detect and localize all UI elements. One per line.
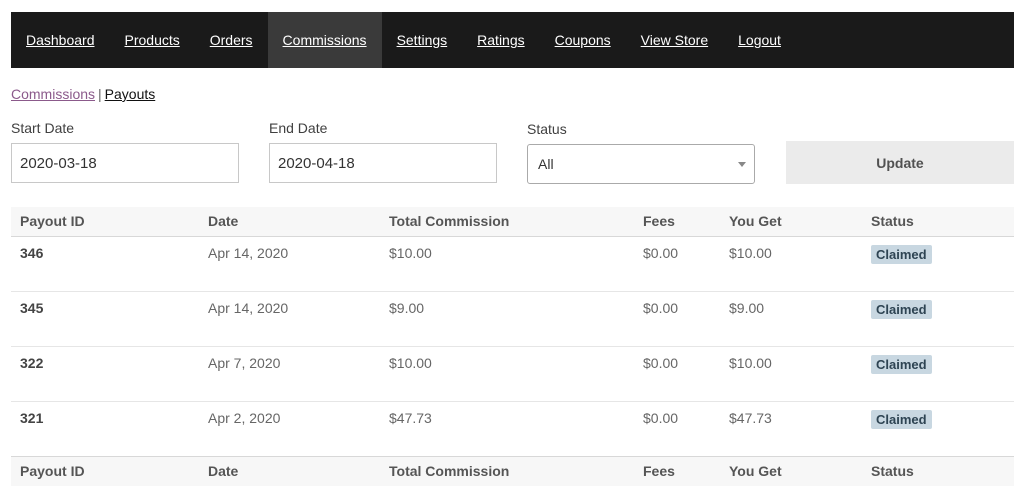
table-header-row: Payout ID Date Total Commission Fees You… — [11, 207, 1014, 237]
top-navigation: Dashboard Products Orders Commissions Se… — [11, 12, 1014, 68]
header-date: Date — [199, 207, 380, 237]
start-date-input[interactable] — [11, 143, 239, 183]
date-cell: Apr 14, 2020 — [199, 291, 380, 347]
subnav-payouts-link[interactable]: Payouts — [105, 86, 156, 102]
total-commission-cell: $47.73 — [389, 409, 432, 426]
status-cell: Claimed — [862, 236, 1014, 292]
table-footer-row: Payout ID Date Total Commission Fees You… — [11, 455, 1014, 486]
payout-id-cell: 345 — [11, 291, 199, 347]
nav-ratings[interactable]: Ratings — [462, 12, 539, 68]
end-date-input[interactable] — [269, 143, 497, 183]
footer-payout-id: Payout ID — [11, 455, 199, 486]
nav-commissions[interactable]: Commissions — [267, 12, 382, 68]
start-date-label: Start Date — [11, 120, 75, 136]
header-status: Status — [862, 207, 1014, 237]
footer-date: Date — [199, 455, 380, 486]
nav-dashboard[interactable]: Dashboard — [11, 12, 110, 68]
fees-cell: $0.00 — [634, 346, 720, 402]
total-commission-cell: $10.00 — [380, 346, 634, 402]
header-you-get: You Get — [720, 207, 862, 237]
total-commission-cell: $9.00 — [380, 291, 634, 347]
update-button[interactable]: Update — [786, 141, 1014, 184]
header-payout-id: Payout ID — [11, 207, 199, 237]
table-row: 322 Apr 7, 2020 $10.00 $0.00 $10.00 Clai… — [11, 346, 1014, 402]
status-select[interactable]: All — [527, 144, 755, 184]
nav-products[interactable]: Products — [110, 12, 195, 68]
date-cell: Apr 7, 2020 — [199, 346, 380, 402]
nav-view-store[interactable]: View Store — [626, 12, 723, 68]
payout-id-cell: 346 — [11, 236, 199, 292]
header-fees: Fees — [634, 207, 720, 237]
status-badge: Claimed — [871, 409, 932, 429]
status-select-value: All — [538, 156, 554, 172]
status-badge: Claimed — [871, 244, 932, 264]
table-row: 345 Apr 14, 2020 $9.00 $0.00 $9.00 Claim… — [11, 291, 1014, 347]
payouts-table: Payout ID Date Total Commission Fees You… — [11, 207, 1014, 486]
you-get-cell: $10.00 — [720, 346, 862, 402]
you-get-cell: $9.00 — [720, 291, 862, 347]
chevron-down-icon — [738, 162, 746, 167]
end-date-label: End Date — [269, 120, 328, 136]
footer-total-commission: Total Commission — [380, 455, 634, 486]
header-total-commission: Total Commission — [380, 207, 634, 237]
you-get-cell: $47.73 — [729, 409, 772, 426]
fees-cell: $0.00 — [634, 291, 720, 347]
status-cell: Claimed — [862, 291, 1014, 347]
sub-navigation: Commissions | Payouts — [11, 86, 155, 102]
status-cell: Claimed — [862, 401, 1014, 456]
date-cell: Apr 2, 2020 — [208, 409, 281, 426]
footer-you-get: You Get — [720, 455, 862, 486]
status-cell: Claimed — [862, 346, 1014, 402]
payout-id-cell: 321 — [20, 409, 44, 426]
date-cell: Apr 14, 2020 — [199, 236, 380, 292]
subnav-separator: | — [98, 86, 102, 102]
nav-logout[interactable]: Logout — [723, 12, 796, 68]
nav-settings[interactable]: Settings — [382, 12, 463, 68]
table-row: 346 Apr 14, 2020 $10.00 $0.00 $10.00 Cla… — [11, 236, 1014, 292]
footer-status: Status — [862, 455, 1014, 486]
footer-fees: Fees — [634, 455, 720, 486]
nav-orders[interactable]: Orders — [195, 12, 268, 68]
table-row: 321 Apr 2, 2020 $47.73 $0.00 $47.73 Clai… — [11, 401, 1014, 456]
you-get-cell: $10.00 — [720, 236, 862, 292]
status-label: Status — [527, 121, 567, 137]
total-commission-cell: $10.00 — [380, 236, 634, 292]
status-badge: Claimed — [871, 299, 932, 319]
subnav-commissions-link[interactable]: Commissions — [11, 86, 95, 102]
fees-cell: $0.00 — [634, 236, 720, 292]
payout-id-cell: 322 — [11, 346, 199, 402]
nav-coupons[interactable]: Coupons — [540, 12, 626, 68]
fees-cell: $0.00 — [643, 409, 679, 426]
status-badge: Claimed — [871, 354, 932, 374]
